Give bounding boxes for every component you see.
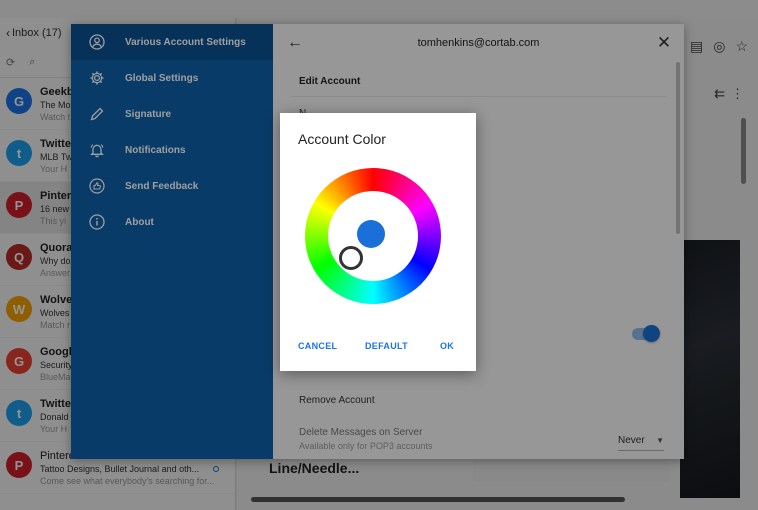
account-color-dialog: Account Color CANCEL DEFAULT OK [280, 113, 476, 371]
selected-color-swatch[interactable] [357, 220, 385, 248]
dialog-title: Account Color [298, 131, 386, 147]
dialog-actions: CANCEL DEFAULT OK [280, 341, 476, 357]
default-button[interactable]: DEFAULT [365, 341, 408, 351]
cancel-button[interactable]: CANCEL [298, 341, 337, 351]
color-wheel-handle[interactable] [339, 246, 363, 270]
ok-button[interactable]: OK [440, 341, 454, 351]
color-wheel[interactable] [305, 168, 441, 304]
